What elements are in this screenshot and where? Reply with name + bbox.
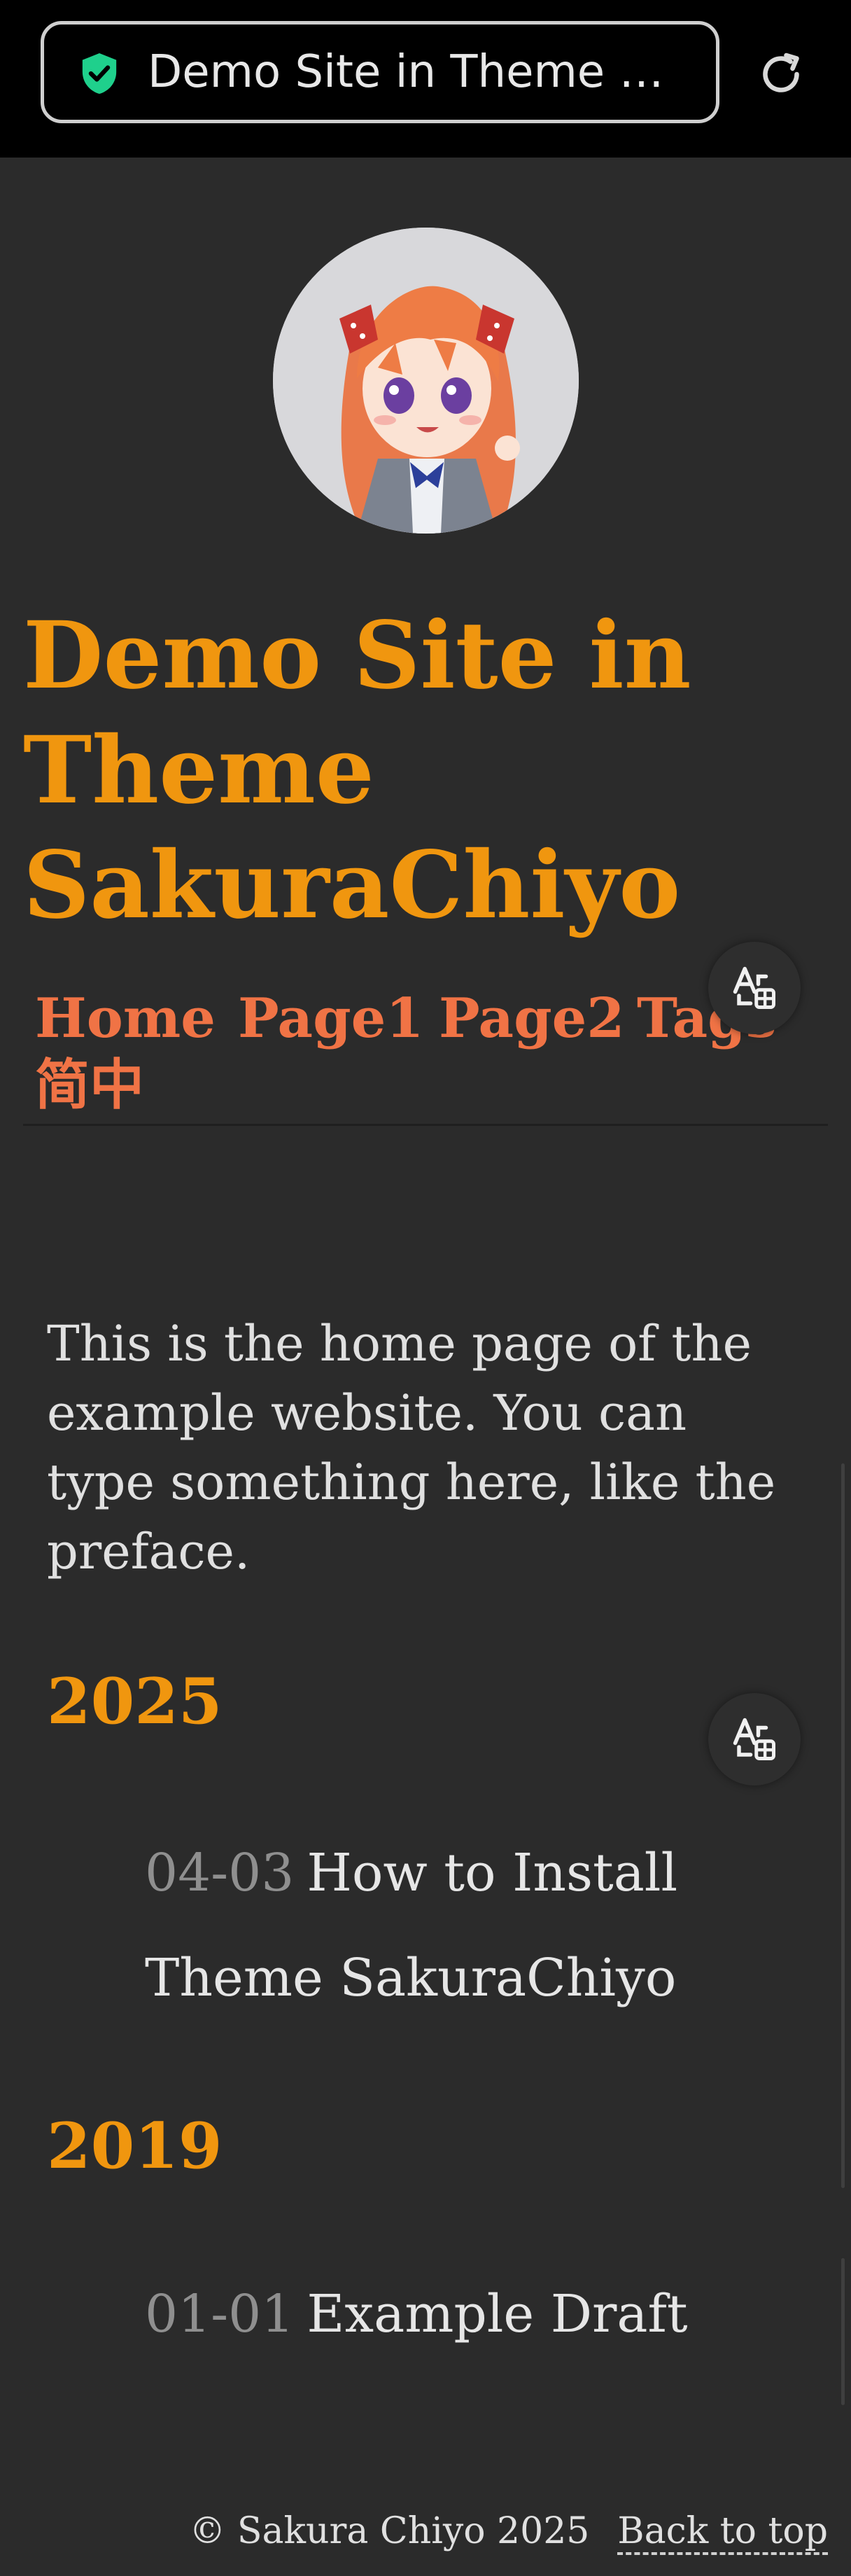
nav-divider — [23, 1124, 828, 1126]
back-to-top-link[interactable]: Back to top — [617, 2510, 828, 2555]
nav-item-language[interactable]: 简中 — [35, 1050, 144, 1120]
post-title-link[interactable]: Example Draft — [307, 2284, 687, 2344]
address-bar-text: Demo Site in Theme SakuraChiyo — [148, 46, 680, 98]
browser-toolbar: Demo Site in Theme SakuraChiyo — [0, 0, 851, 158]
nav-item-page1[interactable]: Page1 — [238, 984, 424, 1054]
post-list-item: 01-01 Example Draft — [145, 2262, 754, 2367]
nav-item-page2[interactable]: Page2 — [439, 984, 625, 1054]
intro-text: This is the home page of the example web… — [47, 1315, 776, 1580]
address-bar[interactable]: Demo Site in Theme SakuraChiyo — [41, 21, 719, 123]
scrollbar-segment[interactable] — [841, 2258, 845, 2405]
nav-item-home[interactable]: Home — [35, 984, 216, 1054]
site-title[interactable]: Demo Site in Theme SakuraChiyo — [23, 599, 793, 943]
year-heading: 2019 — [47, 2109, 223, 2183]
post-date: 04-03 — [145, 1843, 295, 1903]
reload-icon[interactable] — [756, 49, 806, 99]
translate-icon — [733, 1718, 775, 1760]
footer: © Sakura Chiyo 2025 Back to top — [189, 2500, 828, 2563]
translate-button[interactable] — [708, 942, 801, 1034]
shield-check-icon — [82, 53, 117, 94]
translate-button-2[interactable] — [708, 1693, 801, 1785]
scrollbar[interactable] — [841, 1463, 845, 2188]
post-date: 01-01 — [145, 2284, 295, 2344]
copyright-text: © Sakura Chiyo 2025 — [189, 2510, 590, 2552]
avatar-image — [273, 228, 579, 534]
translate-icon — [733, 966, 775, 1009]
year-heading: 2025 — [47, 1664, 223, 1739]
post-list-item: 04-03 How to Install Theme SakuraChiyo — [145, 1820, 754, 2031]
site-avatar[interactable] — [273, 228, 579, 534]
